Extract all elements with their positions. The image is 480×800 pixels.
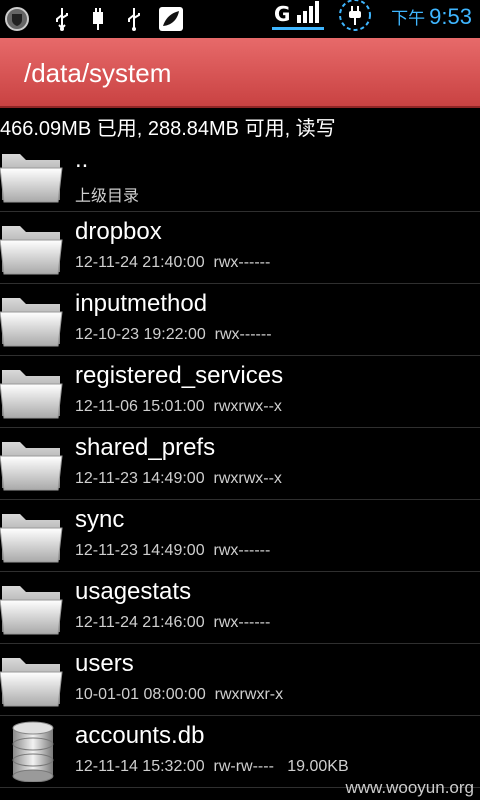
file-permissions: rwx------ [213,254,271,271]
file-date: 12-10-23 19:22:00 [75,326,206,343]
title-bar: /data/system [0,38,480,108]
database-file-icon [0,720,66,783]
folder-icon [0,576,66,638]
folder-icon [0,504,66,566]
signal-icon: G [272,1,324,30]
file-permissions: rw-rw---- [213,758,274,775]
file-meta: 12-11-23 14:49:00 rwx------ [75,542,270,560]
file-row[interactable]: dropbox 12-11-24 21:40:00 rwx------ [0,212,480,284]
file-permissions: rwxrwx--x [213,470,282,487]
file-row[interactable]: usagestats 12-11-24 21:46:00 rwx------ [0,572,480,644]
charging-icon [338,0,372,31]
clock: 下午 9:53 [391,4,472,30]
file-list: .. 上级目录 dropbox 12-11-24 21:40:00 rwx------… [0,140,480,788]
shield-icon [4,6,30,32]
file-name: sync [75,506,125,533]
leaf-app-icon [158,6,184,32]
watermark: www.wooyun.org [345,778,474,797]
file-meta: 上级目录 [75,182,139,206]
file-meta: 12-11-24 21:40:00 rwx------ [75,254,270,272]
usb-icon [52,6,72,32]
file-permissions: rwxrwxr-x [214,686,284,703]
folder-icon [0,216,66,278]
file-date: 12-11-06 15:01:00 [75,398,205,415]
clock-ampm: 下午 [391,9,426,28]
svg-text:G: G [274,2,290,26]
file-date: 12-11-23 14:49:00 [75,542,205,559]
file-name: registered_services [75,362,284,389]
file-date: 10-01-01 08:00:00 [75,686,206,703]
usb-connect-icon [88,6,108,32]
file-meta: 12-11-24 21:46:00 rwx------ [75,614,270,632]
folder-icon [0,432,66,494]
file-name: usagestats [75,578,192,605]
file-subtitle: 上级目录 [75,188,140,205]
file-permissions: rwx------ [213,614,271,631]
file-name: .. [75,146,89,173]
folder-icon [0,144,66,206]
file-row[interactable]: inputmethod 12-10-23 19:22:00 rwx------ [0,284,480,356]
file-meta: 12-10-23 19:22:00 rwx------ [75,326,272,344]
usb-icon [124,6,144,32]
file-date: 12-11-24 21:46:00 [75,614,205,631]
file-date: 12-11-23 14:49:00 [75,470,205,487]
file-permissions: rwx------ [213,542,271,559]
file-row[interactable]: registered_services 12-11-06 15:01:00 rwx… [0,356,480,428]
current-path: /data/system [24,58,172,88]
file-date: 12-11-24 21:40:00 [75,254,205,271]
file-row[interactable]: users 10-01-01 08:00:00 rwxrwxr-x [0,644,480,716]
file-date: 12-11-14 15:32:00 [75,758,205,775]
file-permissions: rwxrwx--x [213,398,282,415]
folder-icon [0,648,66,710]
storage-info: 466.09MB 已用, 288.84MB 可用, 读写 [0,118,336,140]
folder-icon [0,288,66,350]
file-row[interactable]: shared_prefs 12-11-23 14:49:00 rwxrwx--x [0,428,480,500]
file-name: accounts.db [75,722,205,749]
file-row[interactable]: .. 上级目录 [0,140,480,212]
file-meta: 12-11-06 15:01:00 rwxrwx--x [75,398,282,416]
file-row[interactable]: sync 12-11-23 14:49:00 rwx------ [0,500,480,572]
status-bar: G G 下午9:53 [0,0,480,38]
file-name: dropbox [75,218,162,245]
file-name: inputmethod [75,290,208,317]
file-meta: 12-11-23 14:49:00 rwxrwx--x [75,470,282,488]
file-size: 19.00KB [287,758,349,775]
file-meta: 12-11-14 15:32:00 rw-rw---- 19.00KB [75,758,349,776]
file-name: shared_prefs [75,434,216,461]
file-name: users [75,650,134,677]
file-meta: 10-01-01 08:00:00 rwxrwxr-x [75,686,283,704]
clock-time: 9:53 [429,4,472,29]
folder-icon [0,360,66,422]
file-permissions: rwx------ [214,326,272,343]
